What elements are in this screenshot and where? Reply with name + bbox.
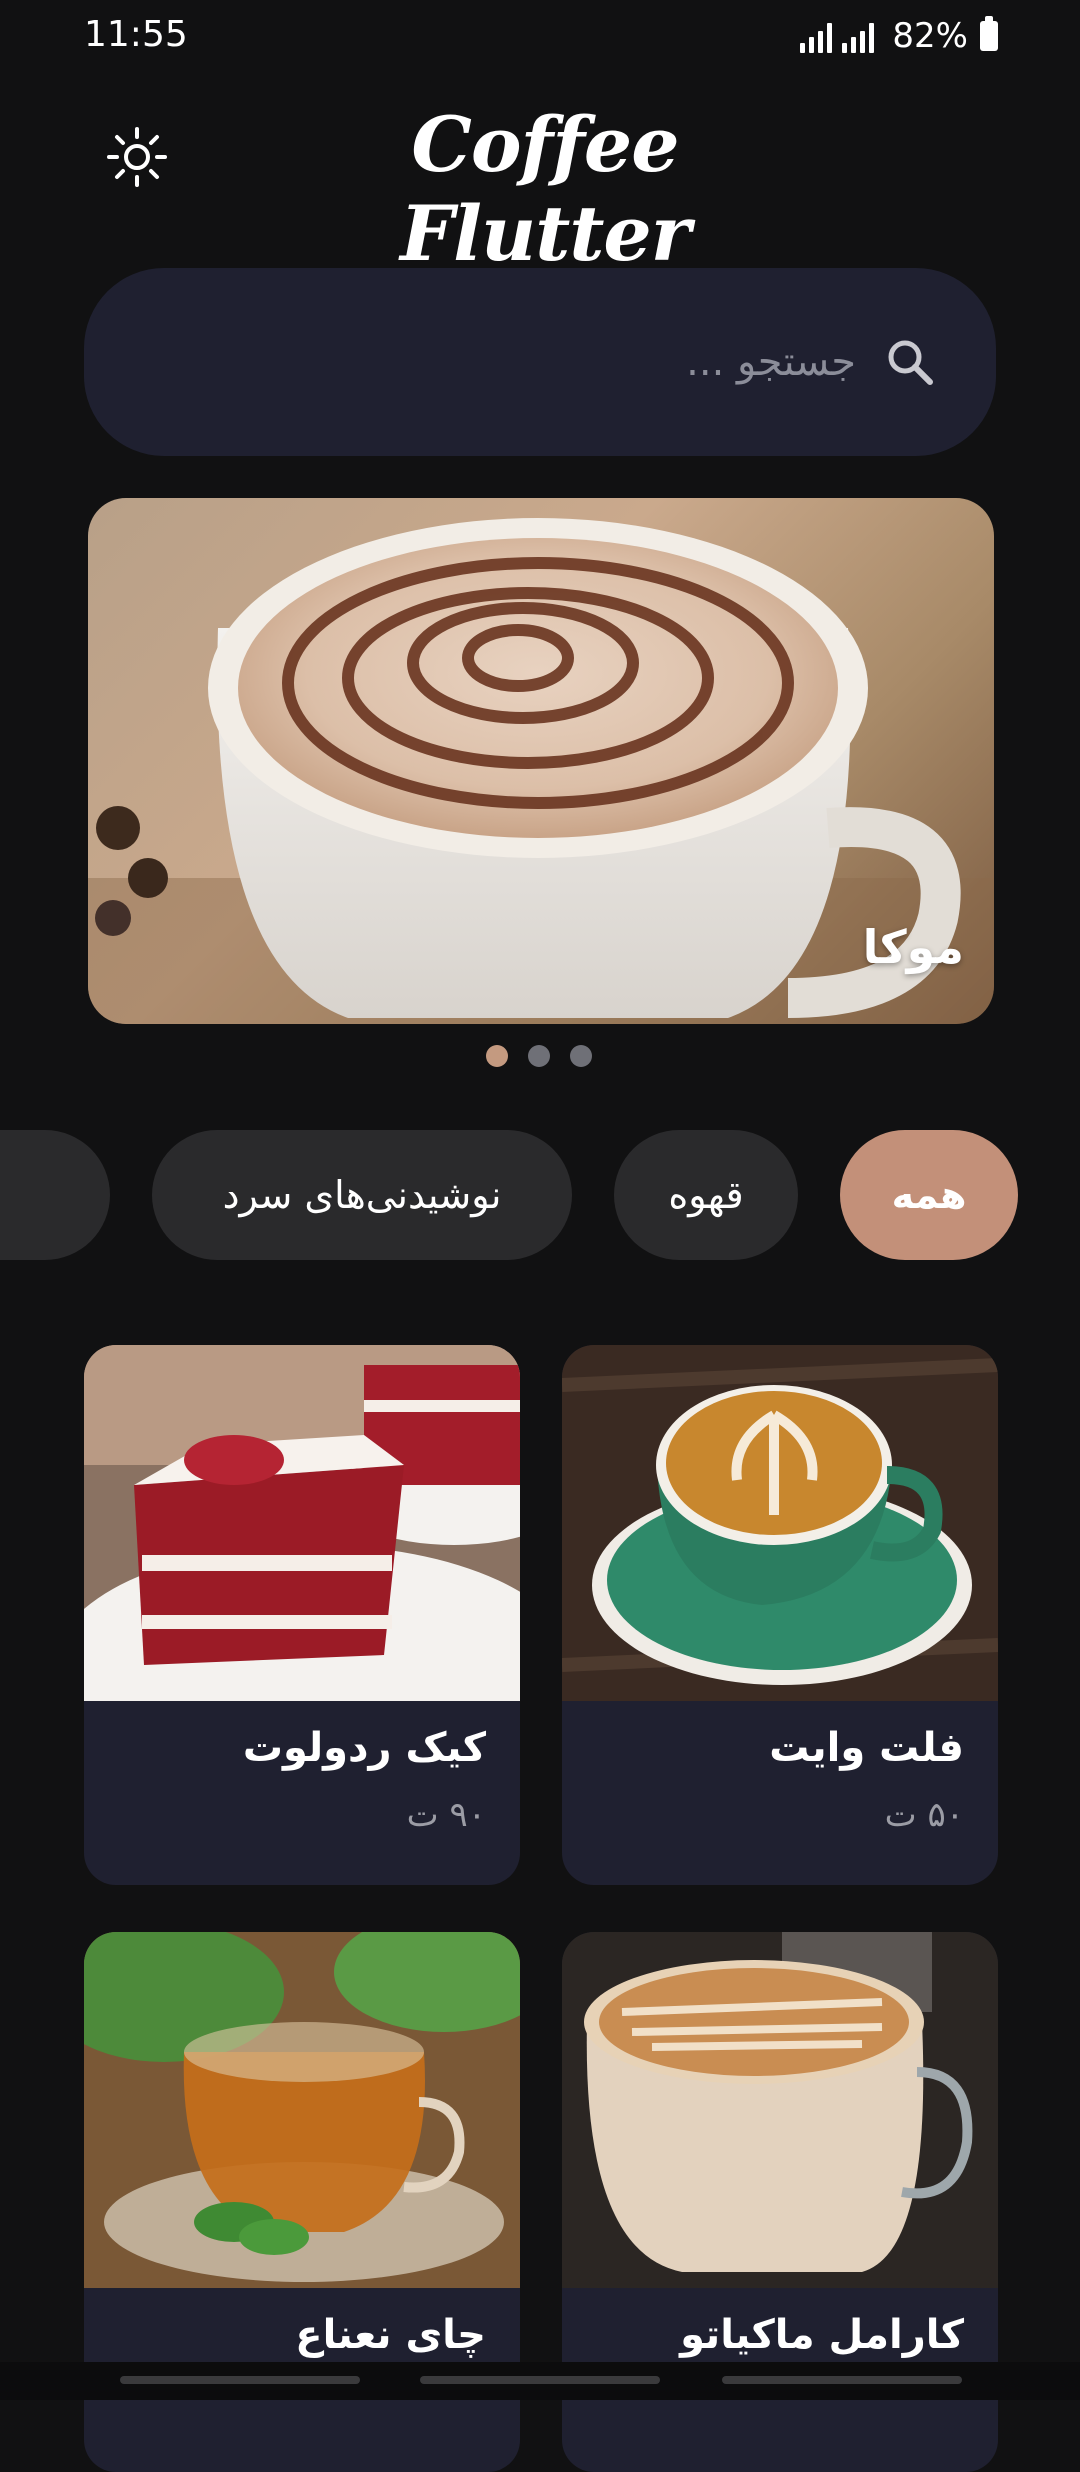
category-chips: همه قهوه نوشیدنی‌های سرد د xyxy=(0,1128,1080,1262)
featured-banner[interactable]: موکا xyxy=(88,498,994,1024)
carousel-dot-3[interactable] xyxy=(570,1045,592,1067)
product-name: چای نعناع xyxy=(295,2312,486,2358)
caramel-macchiato-image xyxy=(562,1932,998,2288)
nav-handle-right xyxy=(722,2376,962,2384)
signal-icon xyxy=(800,19,833,53)
battery-icon xyxy=(980,16,998,51)
theme-toggle-button[interactable] xyxy=(102,122,172,192)
chip-partial[interactable]: د xyxy=(0,1130,110,1260)
product-card-red-velvet[interactable]: کیک ردولوت ۹۰ ت xyxy=(84,1345,520,1885)
battery-percent: 82% xyxy=(892,16,968,56)
nav-handle-center[interactable] xyxy=(420,2376,660,2384)
app-header: Coffee Flutter xyxy=(0,90,1080,278)
status-icons: 82% xyxy=(800,16,998,56)
product-name: کیک ردولوت xyxy=(242,1725,486,1771)
app-title: Coffee Flutter xyxy=(400,100,691,278)
product-card-flat-white[interactable]: فلت وایت ۵۰ ت xyxy=(562,1345,998,1885)
nav-handle-left xyxy=(120,2376,360,2384)
mocha-image xyxy=(88,518,994,1024)
carousel-dot-1[interactable] xyxy=(486,1045,508,1067)
red-velvet-image xyxy=(84,1345,520,1701)
search-input[interactable] xyxy=(454,338,858,386)
search-bar[interactable] xyxy=(84,268,996,456)
product-price: ۹۰ ت xyxy=(406,1795,486,1835)
product-name: فلت وایت xyxy=(769,1725,964,1771)
status-bar: 11:55 82% xyxy=(0,0,1080,76)
carousel-dot-2[interactable] xyxy=(528,1045,550,1067)
status-time: 11:55 xyxy=(84,14,188,55)
chip-coffee[interactable]: قهوه xyxy=(614,1130,798,1260)
carousel-indicators xyxy=(486,1045,592,1067)
mint-tea-image xyxy=(84,1932,520,2288)
search-icon xyxy=(888,340,933,385)
product-price: ۵۰ ت xyxy=(884,1795,964,1835)
product-name: کارامل ماکیاتو xyxy=(680,2312,964,2358)
flat-white-image xyxy=(562,1345,998,1701)
sun-icon xyxy=(107,127,167,187)
chip-cold-drinks[interactable]: نوشیدنی‌های سرد xyxy=(152,1130,572,1260)
chip-all[interactable]: همه xyxy=(840,1130,1018,1260)
system-navigation-bar xyxy=(0,2362,1080,2400)
banner-label: موکا xyxy=(862,920,964,974)
signal-icon-2 xyxy=(842,19,875,53)
